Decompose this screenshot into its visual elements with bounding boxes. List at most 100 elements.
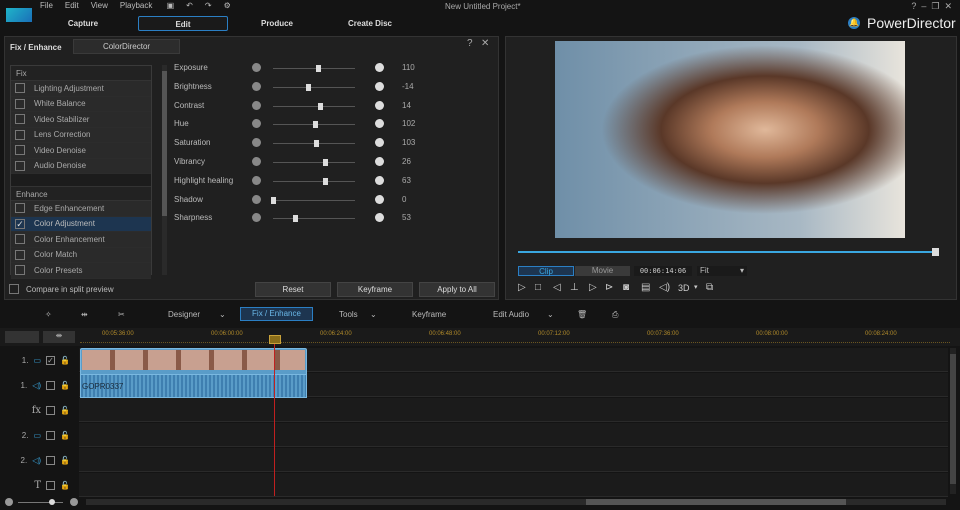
slider-value[interactable]: 26 — [402, 157, 411, 166]
save-icon[interactable]: ▣ — [167, 1, 175, 10]
3d-button[interactable]: 3D — [678, 283, 690, 293]
track-enable-checkbox[interactable] — [46, 380, 56, 390]
tools-dropdown-icon[interactable]: ⌄ — [370, 310, 377, 319]
track-lane[interactable] — [79, 398, 948, 422]
play-icon[interactable]: ▷ — [518, 282, 526, 293]
edit-audio-dropdown-icon[interactable]: ⌄ — [547, 310, 554, 319]
menu-file[interactable]: File — [40, 1, 53, 10]
slider-thumb[interactable] — [317, 102, 323, 110]
edit-audio-button[interactable]: Edit Audio — [493, 310, 529, 319]
checkbox[interactable] — [15, 129, 25, 140]
timeline-ruler[interactable] — [0, 328, 960, 346]
list-item[interactable]: Video Stabilizer — [11, 112, 151, 128]
movie-mode-button[interactable]: Movie — [575, 266, 630, 276]
tools-button[interactable]: Tools — [339, 310, 358, 319]
list-item[interactable]: White Balance — [11, 96, 151, 112]
preview-scrub-handle[interactable] — [932, 248, 939, 256]
reset-button[interactable]: Reset — [255, 282, 331, 297]
checkbox[interactable] — [15, 203, 25, 214]
checkbox[interactable] — [15, 265, 25, 276]
zoom-out-icon[interactable] — [5, 498, 13, 506]
track-lane[interactable] — [79, 423, 948, 447]
slider-thumb[interactable] — [293, 215, 299, 223]
checkbox[interactable] — [15, 249, 25, 260]
next-frame-icon[interactable]: ▷ — [589, 282, 597, 293]
slider-value[interactable]: 63 — [402, 176, 411, 185]
slider-track[interactable] — [271, 196, 355, 204]
checkbox[interactable] — [15, 114, 25, 125]
slider-value[interactable]: 102 — [402, 119, 415, 128]
track-enable-checkbox[interactable] — [46, 430, 56, 440]
zoom-slider-thumb[interactable] — [49, 499, 55, 505]
list-item[interactable]: Color Presets — [11, 263, 151, 279]
slider-track[interactable] — [273, 83, 355, 91]
apply-to-all-button[interactable]: Apply to All — [419, 282, 495, 297]
playhead-handle[interactable] — [269, 335, 281, 344]
lock-icon[interactable]: 🔓 — [60, 356, 70, 365]
tab-create-disc[interactable]: Create Disc — [325, 16, 415, 31]
volume-icon[interactable]: ◁) — [659, 282, 670, 293]
redo-icon[interactable]: ↷ — [205, 1, 212, 10]
list-item[interactable]: Video Denoise — [11, 143, 151, 159]
menu-edit[interactable]: Edit — [65, 1, 79, 10]
split-icon[interactable]: ⊥ — [570, 282, 579, 293]
list-item[interactable]: ✓ Color Adjustment — [11, 216, 151, 232]
magic-tools-icon[interactable]: ✧ — [45, 310, 52, 319]
lock-icon[interactable]: 🔓 — [60, 406, 70, 415]
3d-dropdown-icon[interactable]: ▾ — [694, 283, 698, 291]
checkbox[interactable] — [15, 83, 25, 94]
list-item[interactable]: Edge Enhancement — [11, 201, 151, 217]
track-lane[interactable] — [79, 448, 948, 472]
keyframe-toolbar-button[interactable]: Keyframe — [412, 310, 446, 319]
undo-icon[interactable]: ↶ — [186, 1, 193, 10]
slider-value[interactable]: 103 — [402, 138, 415, 147]
timecode-display[interactable]: 00:06:14:06 — [634, 266, 692, 276]
window-controls[interactable]: ? – ❐ ✕ — [911, 1, 952, 12]
lock-icon[interactable]: 🔓 — [60, 431, 70, 440]
lock-icon[interactable]: 🔓 — [60, 456, 70, 465]
lock-icon[interactable]: 🔓 — [60, 481, 70, 490]
compare-checkbox[interactable] — [9, 284, 19, 294]
slider-track[interactable] — [273, 140, 355, 148]
checkbox[interactable] — [15, 98, 25, 109]
clip-mode-button[interactable]: Clip — [518, 266, 574, 276]
designer-button[interactable]: Designer — [168, 310, 200, 319]
keyframe-button[interactable]: Keyframe — [337, 282, 413, 297]
slider-thumb[interactable] — [271, 196, 276, 204]
video-preview[interactable] — [555, 41, 905, 238]
subtitle-icon[interactable]: ▤ — [641, 282, 650, 293]
help-icon[interactable]: ? — [467, 38, 473, 49]
cut-icon[interactable]: ✂ — [118, 310, 125, 319]
slider-value[interactable]: 0 — [402, 195, 406, 204]
settings-icon[interactable]: ⚙ — [224, 1, 231, 10]
timeline-vertical-scrollbar[interactable] — [950, 348, 956, 494]
notification-icon[interactable]: 🔔 — [848, 17, 860, 29]
split-clip-icon[interactable]: ⇹ — [81, 310, 88, 319]
slider-thumb[interactable] — [322, 177, 328, 185]
checkbox[interactable] — [15, 234, 25, 245]
fit-dropdown[interactable]: Fit ▾ — [697, 266, 747, 276]
colordirector-button[interactable]: ColorDirector — [73, 39, 180, 54]
menu-view[interactable]: View — [91, 1, 108, 10]
slider-thumb[interactable] — [316, 65, 322, 72]
track-enable-checkbox[interactable] — [46, 480, 56, 490]
list-scrollbar[interactable] — [162, 65, 167, 275]
delete-icon[interactable]: 🗑 — [577, 310, 587, 319]
zoom-in-icon[interactable] — [70, 498, 78, 506]
slider-thumb[interactable] — [313, 140, 319, 148]
slider-value[interactable]: -14 — [402, 82, 414, 91]
previous-frame-icon[interactable]: ◁ — [553, 282, 561, 293]
tab-produce[interactable]: Produce — [232, 16, 322, 31]
track-enable-checkbox[interactable]: ✓ — [46, 355, 56, 365]
snapshot-icon[interactable]: ◙ — [623, 282, 629, 293]
list-item[interactable]: Lens Correction — [11, 127, 151, 143]
slider-track[interactable] — [273, 159, 355, 166]
slider-thumb[interactable] — [322, 159, 328, 166]
undock-icon[interactable]: ⧉ — [706, 282, 713, 293]
slider-thumb[interactable] — [312, 121, 318, 129]
checkbox[interactable] — [15, 145, 25, 156]
slider-track[interactable] — [273, 215, 355, 223]
tab-capture[interactable]: Capture — [38, 16, 128, 31]
list-item[interactable]: Audio Denoise — [11, 158, 151, 174]
menu-playback[interactable]: Playback — [120, 1, 152, 10]
